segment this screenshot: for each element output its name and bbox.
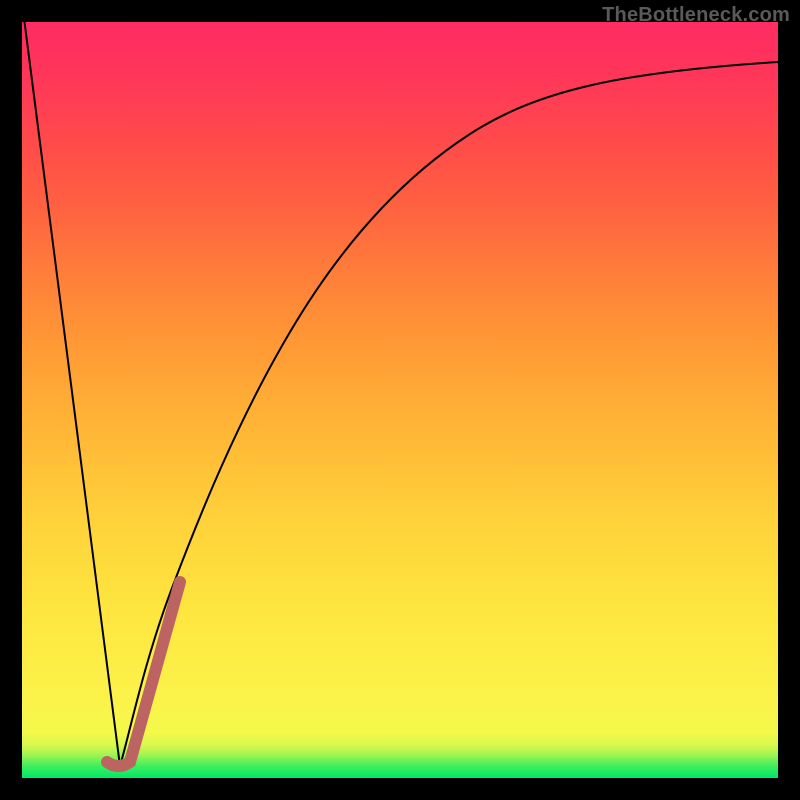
- curve-right-ascent: [120, 62, 778, 766]
- watermark-text: TheBottleneck.com: [602, 4, 790, 27]
- curve-left-descent: [24, 18, 120, 766]
- chart-frame: TheBottleneck.com: [0, 0, 800, 800]
- curve-layer: [22, 22, 778, 778]
